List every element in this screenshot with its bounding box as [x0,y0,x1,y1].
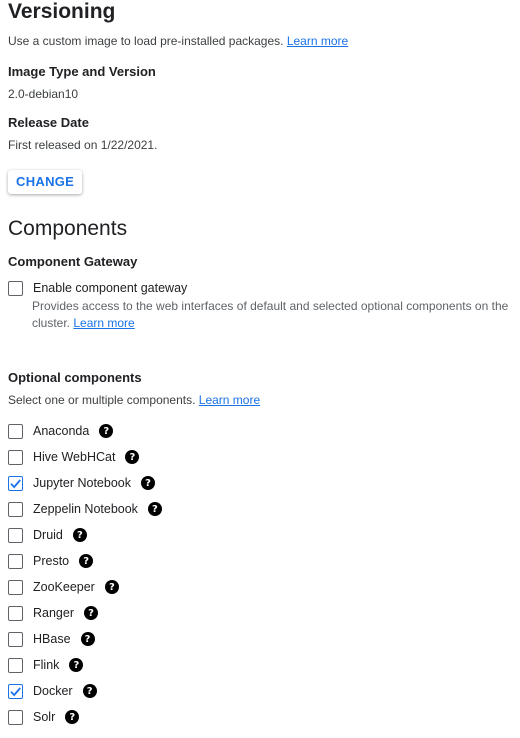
component-label: Solr [33,710,56,724]
release-date-label: Release Date [8,115,89,130]
component-checkbox-solr[interactable] [8,709,23,725]
component-checkbox-docker[interactable] [8,683,23,699]
versioning-title: Versioning [8,0,116,23]
component-label: Druid [33,528,63,542]
component-checkbox-zookeeper[interactable] [8,579,23,595]
optional-components-description: Select one or multiple components. [8,393,196,407]
component-gateway-description-line2-text: cluster. [32,316,71,330]
component-checkbox-presto[interactable] [8,553,23,569]
help-icon[interactable]: ? [147,502,162,516]
component-label: Docker [33,684,73,698]
component-label: Flink [33,658,60,672]
component-gateway-checkbox[interactable] [8,280,23,296]
release-date-value: First released on 1/22/2021. [8,138,158,152]
help-icon[interactable]: ? [69,658,84,672]
versioning-description: Use a custom image to load pre-installed… [8,34,284,48]
component-row-jupyter-notebook[interactable]: Jupyter Notebook? [8,473,155,493]
help-icon[interactable]: ? [72,528,87,542]
help-icon[interactable]: ? [65,710,80,724]
component-checkbox-hive-webhcat[interactable] [8,449,23,465]
help-icon[interactable]: ? [99,424,114,438]
component-label: Hive WebHCat [33,450,116,464]
checkmark-icon [10,478,21,488]
versioning-description-line: Use a custom image to load pre-installed… [8,33,348,49]
component-row-docker[interactable]: Docker? [8,681,97,701]
component-checkbox-zeppelin-notebook[interactable] [8,501,23,517]
component-row-druid[interactable]: Druid? [8,525,87,545]
component-gateway-description-line1: Provides access to the web interfaces of… [32,299,509,313]
component-checkbox-anaconda[interactable] [8,423,23,439]
component-label: Ranger [33,606,74,620]
checkmark-icon [10,686,21,696]
component-label: HBase [33,632,71,646]
component-checkbox-ranger[interactable] [8,605,23,621]
component-row-presto[interactable]: Presto? [8,551,94,571]
help-icon[interactable]: ? [79,554,94,568]
help-icon[interactable]: ? [80,632,95,646]
component-gateway-description-line2: cluster. Learn more [32,315,508,332]
component-checkbox-jupyter-notebook[interactable] [8,475,23,491]
help-icon[interactable]: ? [125,450,140,464]
component-checkbox-flink[interactable] [8,657,23,673]
component-row-zeppelin-notebook[interactable]: Zeppelin Notebook? [8,499,162,519]
optional-components-description-line: Select one or multiple components. Learn… [8,392,260,408]
image-type-value: 2.0-debian10 [8,87,79,101]
optional-components-learn-more-link[interactable]: Learn more [199,393,260,407]
component-row-hbase[interactable]: HBase? [8,629,95,649]
component-gateway-label: Component Gateway [8,254,138,269]
component-label: ZooKeeper [33,580,95,594]
component-gateway-learn-more-link[interactable]: Learn more [73,316,134,330]
component-row-flink[interactable]: Flink? [8,655,84,675]
component-checkbox-hbase[interactable] [8,631,23,647]
component-gateway-checkbox-label: Enable component gateway [33,281,188,295]
component-gateway-row[interactable]: Enable component gateway [8,278,187,298]
component-row-anaconda[interactable]: Anaconda? [8,421,114,441]
help-icon[interactable]: ? [140,476,155,490]
help-icon[interactable]: ? [84,606,98,620]
help-icon[interactable]: ? [82,684,97,698]
optional-components-label: Optional components [8,370,142,385]
component-row-ranger[interactable]: Ranger? [8,603,98,623]
change-button[interactable]: CHANGE [8,170,83,194]
component-row-hive-webhcat[interactable]: Hive WebHCat? [8,447,140,467]
help-icon[interactable]: ? [104,580,119,594]
component-row-zookeeper[interactable]: ZooKeeper? [8,577,119,597]
component-label: Anaconda [33,424,90,438]
component-label: Jupyter Notebook [33,476,131,490]
image-type-label: Image Type and Version [8,64,156,79]
components-title: Components [8,217,128,240]
component-checkbox-druid[interactable] [8,527,23,543]
component-row-solr[interactable]: Solr? [8,707,80,727]
component-gateway-description: Provides access to the web interfaces of… [32,298,508,332]
component-label: Presto [33,554,70,568]
versioning-learn-more-link[interactable]: Learn more [287,34,348,48]
component-label: Zeppelin Notebook [33,502,138,516]
